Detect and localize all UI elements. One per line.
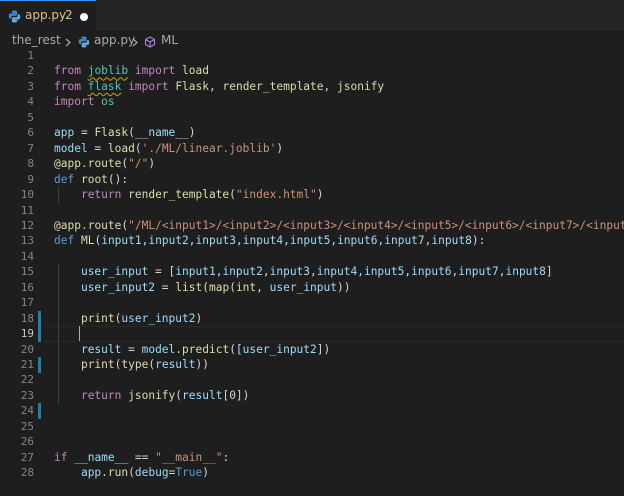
code-text[interactable]: user_input2 = list(map(int, user_input)) <box>54 280 351 296</box>
line-number: 14 <box>20 249 34 263</box>
tab-label: app.py <box>25 8 67 22</box>
code-text[interactable]: from joblib import load <box>54 63 209 79</box>
line-number: 7 <box>27 141 34 155</box>
line-number: 17 <box>20 296 34 310</box>
code-line[interactable]: 22 <box>0 372 624 389</box>
code-text[interactable]: print(type(result)) <box>54 357 209 373</box>
tab-app-py[interactable]: app.py 2 <box>0 0 96 31</box>
line-number: 16 <box>20 280 34 294</box>
code-text[interactable]: model = load('./ML/linear.joblib') <box>54 141 283 157</box>
line-number: 24 <box>20 404 34 418</box>
code-text[interactable]: return render_template("index.html") <box>54 187 324 203</box>
code-text[interactable]: app = Flask(__name__) <box>54 125 196 141</box>
code-line[interactable]: 13 def ML(input1,input2,input3,input4,inp… <box>0 233 624 249</box>
line-number: 3 <box>27 79 34 93</box>
code-text[interactable]: @app.route("/ML/<input1>/<input2>/<input… <box>54 218 624 234</box>
code-text[interactable]: def ML(input1,input2,input3,input4,input… <box>54 233 485 249</box>
code-line[interactable]: 24 <box>0 403 624 420</box>
indent-guide <box>58 295 59 312</box>
line-number: 15 <box>20 265 34 279</box>
line-number: 12 <box>20 218 34 232</box>
code-line[interactable]: 10 return render_template("index.html") <box>0 187 624 204</box>
code-line[interactable]: 23 return jsonify(result[0]) <box>0 387 624 404</box>
line-number: 18 <box>20 311 34 325</box>
code-line[interactable]: 1 <box>0 48 624 64</box>
line-number: 28 <box>20 466 34 480</box>
code-text[interactable]: if __name__ == "__main__": <box>54 450 229 466</box>
code-line[interactable]: 16 user_input2 = list(map(int, user_inpu… <box>0 279 624 296</box>
code-line[interactable]: 14 <box>0 249 624 265</box>
line-number: 10 <box>20 188 34 202</box>
code-text[interactable]: return jsonify(result[0]) <box>54 388 249 404</box>
modified-gutter-indicator[interactable] <box>38 357 41 373</box>
code-line[interactable]: 8 @app.route("/") <box>0 156 624 172</box>
line-number: 9 <box>27 172 34 186</box>
code-line[interactable]: 5 <box>0 110 624 126</box>
code-line[interactable]: 6 app = Flask(__name__) <box>0 125 624 141</box>
code-line[interactable]: 26 <box>0 434 624 450</box>
line-number: 26 <box>20 435 34 449</box>
line-number: 5 <box>27 110 34 124</box>
code-line[interactable]: 17 <box>0 295 624 312</box>
modified-gutter-indicator[interactable] <box>38 326 41 343</box>
line-number: 27 <box>20 450 34 464</box>
line-number: 1 <box>27 49 34 62</box>
code-line[interactable]: 25 <box>0 419 624 435</box>
code-line[interactable]: 4 import os <box>0 94 624 110</box>
line-number: 20 <box>20 342 34 356</box>
modified-gutter-indicator[interactable] <box>38 310 41 327</box>
text-cursor <box>79 326 80 342</box>
code-line[interactable]: 12 @app.route("/ML/<input1>/<input2>/<inp… <box>0 218 624 234</box>
code-line[interactable]: 18 print(user_input2) <box>0 310 624 327</box>
code-text[interactable]: app.run(debug=True) <box>54 465 209 481</box>
indent-guide <box>58 372 59 389</box>
breadcrumb-symbol[interactable]: ML <box>161 33 178 47</box>
code-text[interactable]: from flask import Flask, render_template… <box>54 79 384 95</box>
line-number: 19 <box>20 327 34 341</box>
line-number: 21 <box>20 358 34 371</box>
code-line[interactable]: 20 result = model.predict([user_input2]) <box>0 341 624 358</box>
line-number: 23 <box>20 388 34 402</box>
code-line[interactable]: 27 if __name__ == "__main__": <box>0 450 624 466</box>
code-text[interactable]: @app.route("/") <box>54 156 155 172</box>
line-number: 4 <box>27 95 34 109</box>
code-line[interactable]: 9 def root(): <box>0 172 624 188</box>
code-line[interactable]: 7 model = load('./ML/linear.joblib') <box>0 141 624 157</box>
line-number: 2 <box>27 64 34 78</box>
line-number: 25 <box>20 419 34 433</box>
code-text[interactable]: user_input = [input1,input2,input3,input… <box>54 264 553 280</box>
breadcrumb-folder[interactable]: the_rest <box>12 33 61 47</box>
line-number: 22 <box>20 373 34 387</box>
current-line-highlight <box>44 326 624 343</box>
modified-gutter-indicator[interactable] <box>38 403 41 420</box>
code-line[interactable]: 21 print(type(result)) <box>0 357 624 373</box>
code-text[interactable]: print(user_input2) <box>54 311 202 327</box>
line-number: 11 <box>20 203 34 217</box>
line-number: 13 <box>20 234 34 248</box>
code-line[interactable]: 2 from joblib import load <box>0 63 624 79</box>
code-text[interactable] <box>54 326 81 342</box>
line-number: 8 <box>27 157 34 171</box>
line-number: 6 <box>27 126 34 140</box>
breadcrumb-file[interactable]: app.py <box>94 33 135 47</box>
code-editor[interactable]: 1 2 from joblib import load 3 from flask imp… <box>0 46 624 496</box>
problem-count-badge: 2 <box>65 8 73 22</box>
code-text[interactable]: def root(): <box>54 172 128 188</box>
code-line[interactable]: 11 <box>0 203 624 219</box>
code-line[interactable]: 15 user_input = [input1,input2,input3,in… <box>0 264 624 281</box>
code-line[interactable]: 28 app.run(debug=True) <box>0 465 624 481</box>
python-file-icon <box>8 10 21 23</box>
code-line[interactable]: 19 <box>0 326 624 343</box>
tab-bar: app.py 2 <box>0 0 624 31</box>
code-text[interactable]: result = model.predict([user_input2]) <box>54 342 330 358</box>
code-text[interactable]: import os <box>54 94 115 110</box>
code-line[interactable]: 3 from flask import Flask, render_templat… <box>0 79 624 95</box>
unsaved-dot-icon[interactable] <box>80 13 88 21</box>
